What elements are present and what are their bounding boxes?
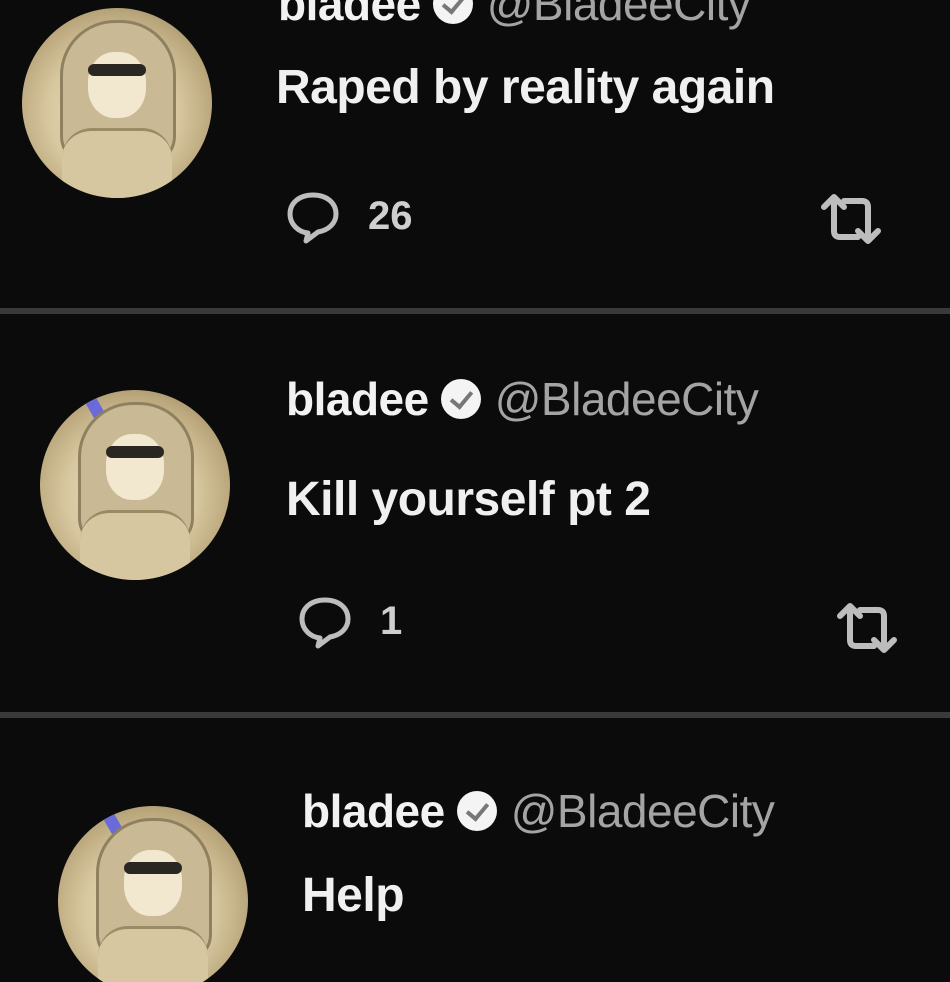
tweet-actions: 26 xyxy=(0,187,950,257)
tweet-header: bladee @BladeeCity xyxy=(278,0,751,31)
avatar-glasses xyxy=(106,446,164,458)
tweet-text: Help xyxy=(302,869,405,922)
tweet-header: bladee @BladeeCity xyxy=(286,372,759,426)
verified-badge-icon xyxy=(456,791,497,831)
display-name[interactable]: bladee xyxy=(302,785,445,837)
avatar-body xyxy=(80,510,190,580)
avatar[interactable] xyxy=(40,390,230,580)
user-handle[interactable]: @BladeeCity xyxy=(487,0,751,30)
tweet-text: Raped by reality again xyxy=(276,61,775,114)
tweet[interactable]: bladee @BladeeCity Kill yourself pt 2 1 xyxy=(0,320,950,712)
avatar-face xyxy=(124,850,182,916)
verified-badge-icon xyxy=(432,0,473,24)
reply-icon xyxy=(299,597,351,649)
tweet-text: Kill yourself pt 2 xyxy=(286,473,651,526)
tweet-actions: 1 xyxy=(0,592,950,662)
retweet-icon[interactable] xyxy=(816,191,886,247)
tweet-divider xyxy=(0,712,950,718)
display-name[interactable]: bladee xyxy=(278,0,421,30)
avatar[interactable] xyxy=(22,8,212,198)
avatar-glasses xyxy=(124,862,182,874)
user-handle[interactable]: @BladeeCity xyxy=(495,373,759,425)
avatar[interactable] xyxy=(58,806,248,982)
avatar-glasses xyxy=(88,64,146,76)
tweet[interactable]: bladee @BladeeCity Help xyxy=(0,722,950,982)
tweet-divider xyxy=(0,308,950,314)
reply-count: 26 xyxy=(368,193,413,238)
avatar-body xyxy=(98,926,208,982)
tweet[interactable]: bladee @BladeeCity Raped by reality again… xyxy=(0,0,950,308)
reply-button[interactable]: 26 xyxy=(284,187,413,245)
avatar-face xyxy=(88,52,146,118)
retweet-icon[interactable] xyxy=(832,600,902,656)
avatar-face xyxy=(106,434,164,500)
tweet-header: bladee @BladeeCity xyxy=(302,784,775,838)
reply-count: 1 xyxy=(380,598,403,643)
user-handle[interactable]: @BladeeCity xyxy=(511,785,775,837)
reply-button[interactable]: 1 xyxy=(296,592,402,650)
verified-badge-icon xyxy=(440,379,481,419)
display-name[interactable]: bladee xyxy=(286,373,429,425)
reply-icon xyxy=(287,192,339,244)
